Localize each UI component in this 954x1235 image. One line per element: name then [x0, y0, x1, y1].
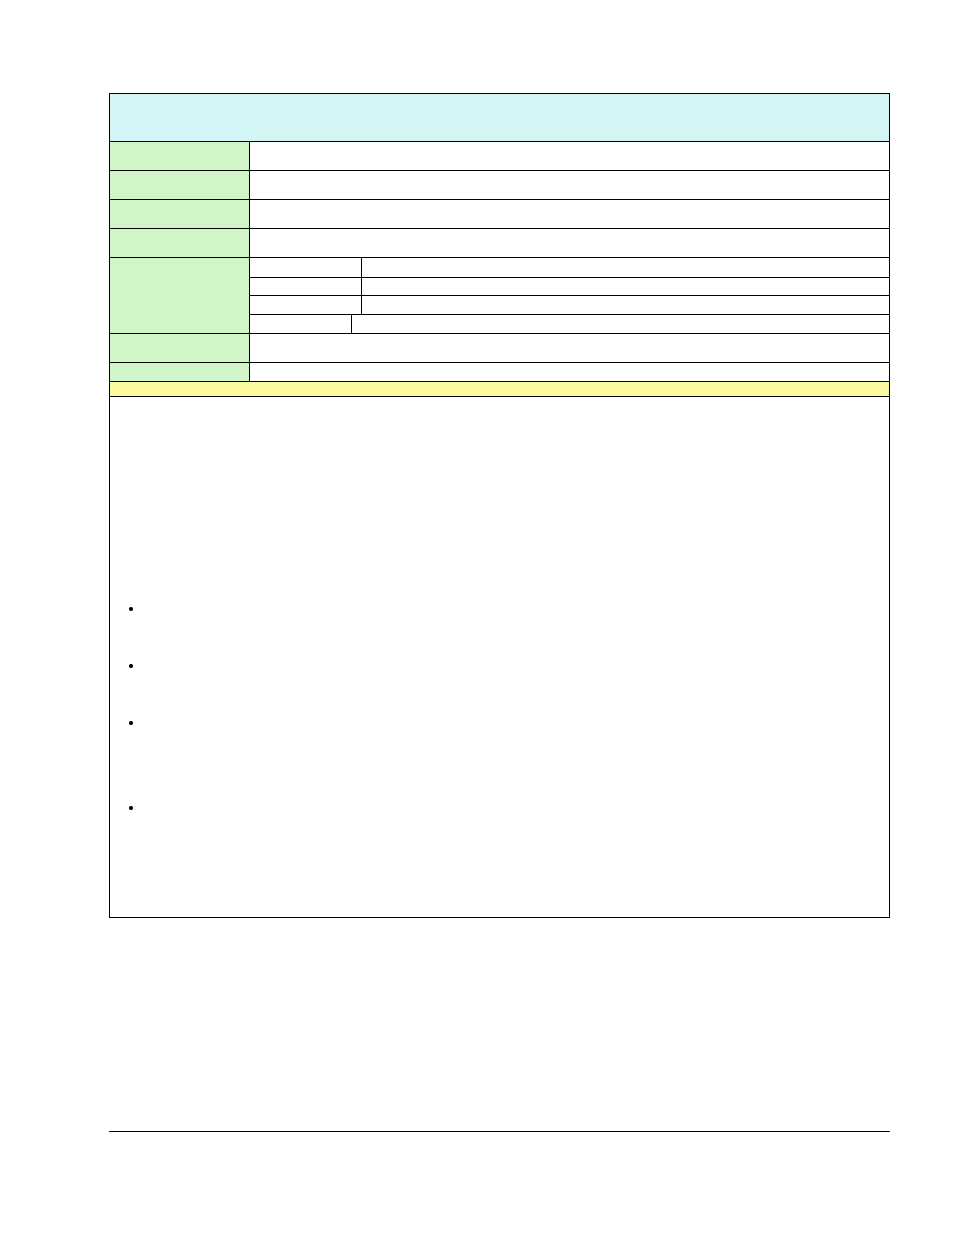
table-subrow: [250, 258, 889, 277]
footer-rule: [109, 1131, 890, 1132]
subrow-value: [362, 296, 889, 314]
row-value: [250, 142, 889, 170]
row-value: [250, 229, 889, 257]
row-label: [110, 315, 250, 333]
row-label: [110, 171, 250, 199]
row-value: [250, 200, 889, 228]
row-label: [110, 334, 250, 362]
table-row: [110, 333, 889, 362]
table-row: [110, 170, 889, 199]
body-panel: [110, 396, 889, 917]
table-row: [110, 228, 889, 257]
highlight-text: [110, 382, 889, 396]
subrow-value: [362, 258, 889, 277]
form-table: [109, 93, 890, 918]
row-label: [110, 363, 250, 381]
table-title-band: [110, 94, 889, 141]
table-subrow: [250, 295, 889, 314]
table-split-row: [110, 314, 889, 333]
page: [0, 0, 954, 1235]
table-row: [110, 141, 889, 170]
row-label: [110, 142, 250, 170]
subrow-label: [250, 258, 362, 277]
subrow-label: [250, 315, 352, 333]
group-label: [110, 258, 250, 315]
table-group: [110, 257, 889, 314]
row-value: [352, 315, 889, 333]
subrow-label: [250, 296, 362, 314]
row-label: [110, 229, 250, 257]
table-subrow: [250, 277, 889, 296]
table-title: [110, 94, 889, 141]
group-subrows: [250, 258, 889, 314]
table-row: [110, 199, 889, 228]
row-value: [250, 171, 889, 199]
table-row: [110, 362, 889, 381]
row-value: [250, 363, 889, 381]
subrow-value: [362, 278, 889, 296]
highlight-band: [110, 381, 889, 396]
row-label: [110, 200, 250, 228]
subrow-label: [250, 278, 362, 296]
row-value: [250, 334, 889, 362]
